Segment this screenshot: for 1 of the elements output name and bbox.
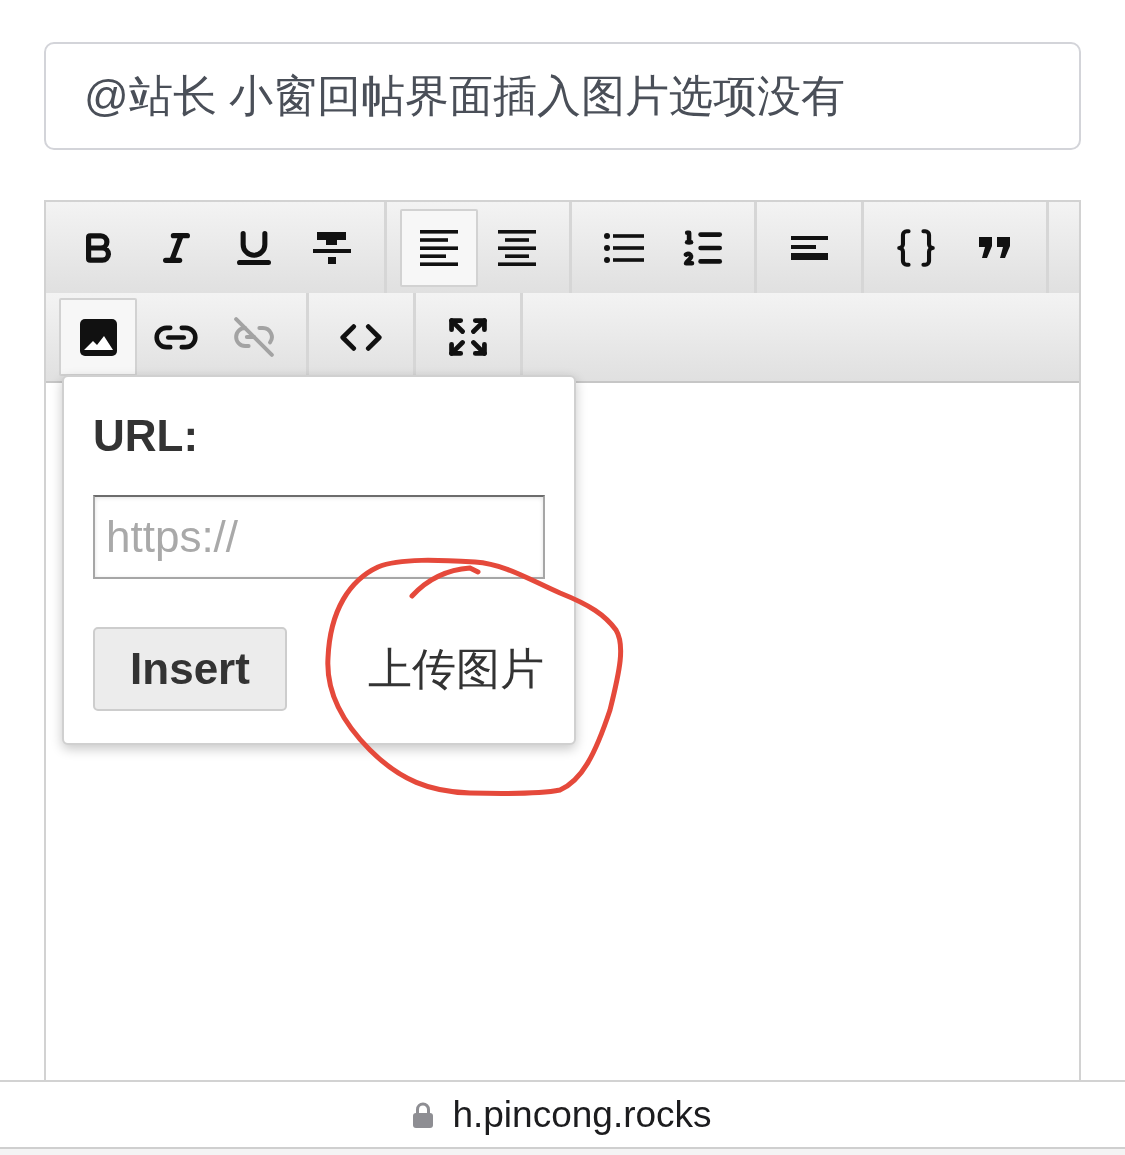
url-label: URL: (93, 410, 199, 462)
